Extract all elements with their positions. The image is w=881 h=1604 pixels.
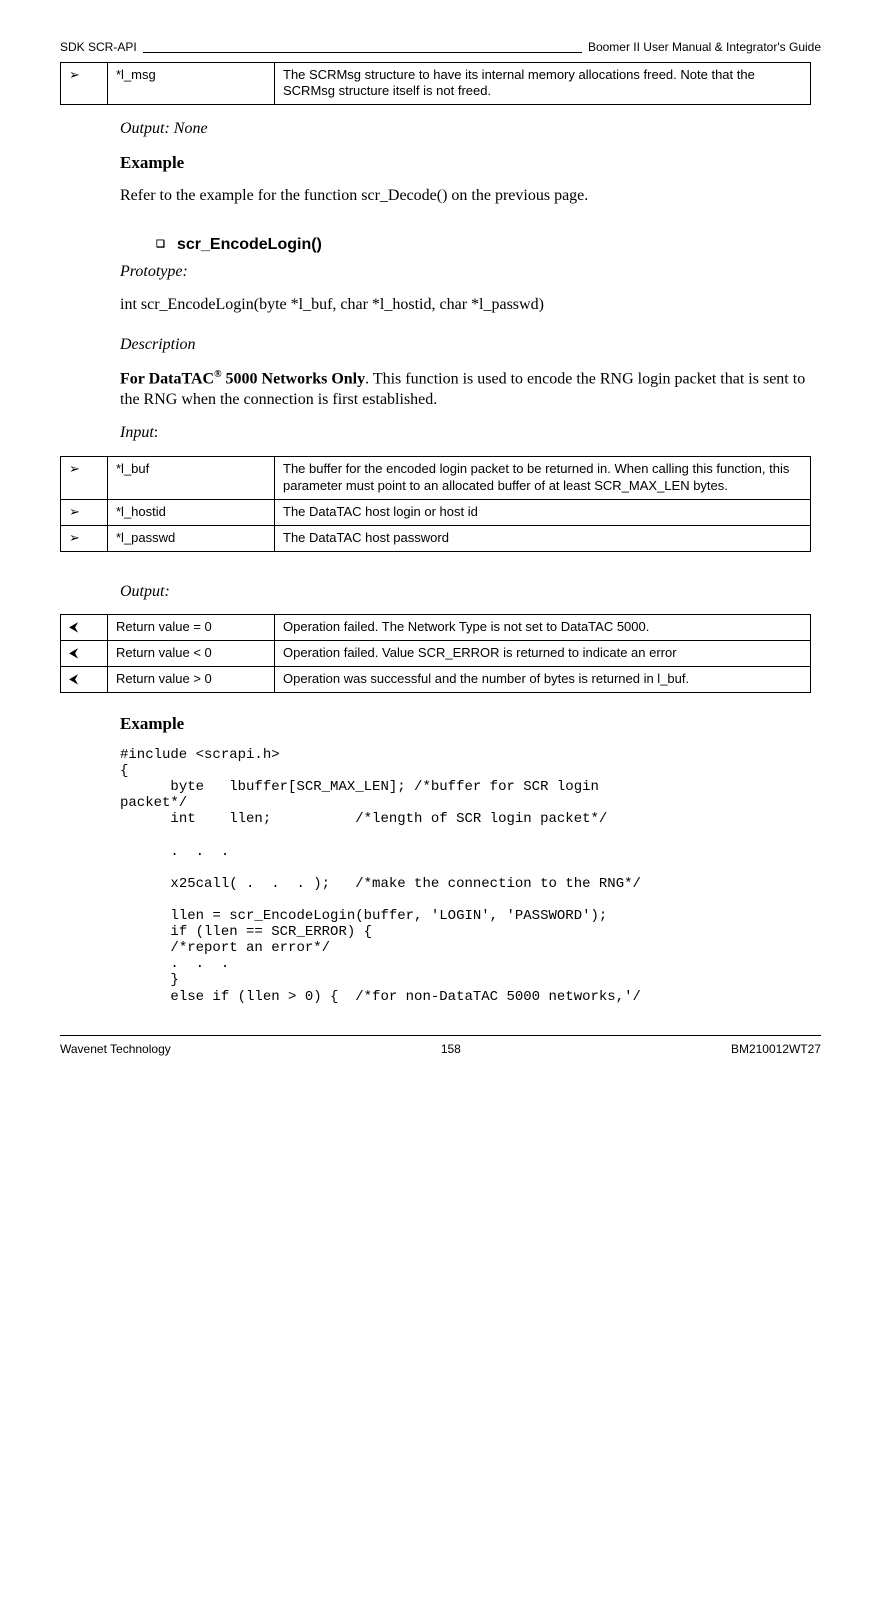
description-label: Description: [120, 335, 811, 356]
row-name: Return value > 0: [108, 667, 275, 693]
bullet-icon: ❑: [156, 239, 165, 250]
row-symbol: ➢: [61, 456, 108, 499]
desc-reg: ®: [214, 369, 221, 380]
prototype-label: Prototype:: [120, 262, 811, 283]
row-name: Return value = 0: [108, 615, 275, 641]
table-row: ➢ *l_passwd The DataTAC host password: [61, 525, 811, 551]
row-desc: Operation failed. Value SCR_ERROR is ret…: [275, 641, 811, 667]
page-footer: Wavenet Technology 158 BM210012WT27: [60, 1035, 821, 1058]
example-ref: Refer to the example for the function sc…: [120, 186, 811, 207]
example-heading: Example: [120, 152, 811, 174]
row-desc: The SCRMsg structure to have its interna…: [275, 62, 811, 105]
table-row: ➢ *l_hostid The DataTAC host login or ho…: [61, 499, 811, 525]
desc-bold-suffix: 5000 Networks Only: [222, 371, 366, 388]
row-symbol: ⮜: [61, 641, 108, 667]
input-label: Input:: [120, 423, 811, 444]
header-right: Boomer II User Manual & Integrator's Gui…: [588, 40, 821, 56]
desc-bold-prefix: For DataTAC: [120, 371, 214, 388]
msg-table: ➢ *l_msg The SCRMsg structure to have it…: [60, 62, 811, 106]
row-name: *l_hostid: [108, 499, 275, 525]
page-header: SDK SCR-API Boomer II User Manual & Inte…: [60, 40, 821, 56]
footer-center: 158: [441, 1042, 461, 1058]
row-symbol: ➢: [61, 499, 108, 525]
description-text: For DataTAC® 5000 Networks Only. This fu…: [120, 368, 811, 411]
page-content: ➢ *l_msg The SCRMsg structure to have it…: [120, 62, 811, 1005]
row-desc: The DataTAC host login or host id: [275, 499, 811, 525]
table-row: ⮜ Return value < 0 Operation failed. Val…: [61, 641, 811, 667]
header-left: SDK SCR-API: [60, 40, 137, 56]
function-heading: ❑ scr_EncodeLogin(): [156, 235, 811, 256]
row-symbol: ⮜: [61, 615, 108, 641]
row-name: *l_passwd: [108, 525, 275, 551]
footer-left: Wavenet Technology: [60, 1042, 171, 1058]
function-name: scr_EncodeLogin(): [177, 236, 322, 253]
table-row: ➢ *l_msg The SCRMsg structure to have it…: [61, 62, 811, 105]
code-block: #include <scrapi.h> { byte lbuffer[SCR_M…: [120, 747, 811, 1005]
table-row: ⮜ Return value > 0 Operation was success…: [61, 667, 811, 693]
table-row: ⮜ Return value = 0 Operation failed. The…: [61, 615, 811, 641]
row-name: Return value < 0: [108, 641, 275, 667]
row-desc: The DataTAC host password: [275, 525, 811, 551]
row-desc: The buffer for the encoded login packet …: [275, 456, 811, 499]
row-desc: Operation was successful and the number …: [275, 667, 811, 693]
row-symbol: ➢: [61, 525, 108, 551]
output-none: Output: None: [120, 119, 811, 140]
footer-right: BM210012WT27: [731, 1042, 821, 1058]
example2-heading: Example: [120, 713, 811, 735]
row-name: *l_msg: [108, 62, 275, 105]
row-name: *l_buf: [108, 456, 275, 499]
output-label: Output:: [120, 582, 811, 603]
input-table: ➢ *l_buf The buffer for the encoded logi…: [60, 456, 811, 552]
table-row: ➢ *l_buf The buffer for the encoded logi…: [61, 456, 811, 499]
prototype-text: int scr_EncodeLogin(byte *l_buf, char *l…: [120, 295, 811, 316]
row-symbol: ⮜: [61, 667, 108, 693]
row-symbol: ➢: [61, 62, 108, 105]
header-rule: [143, 37, 582, 53]
output-table: ⮜ Return value = 0 Operation failed. The…: [60, 614, 811, 693]
row-desc: Operation failed. The Network Type is no…: [275, 615, 811, 641]
